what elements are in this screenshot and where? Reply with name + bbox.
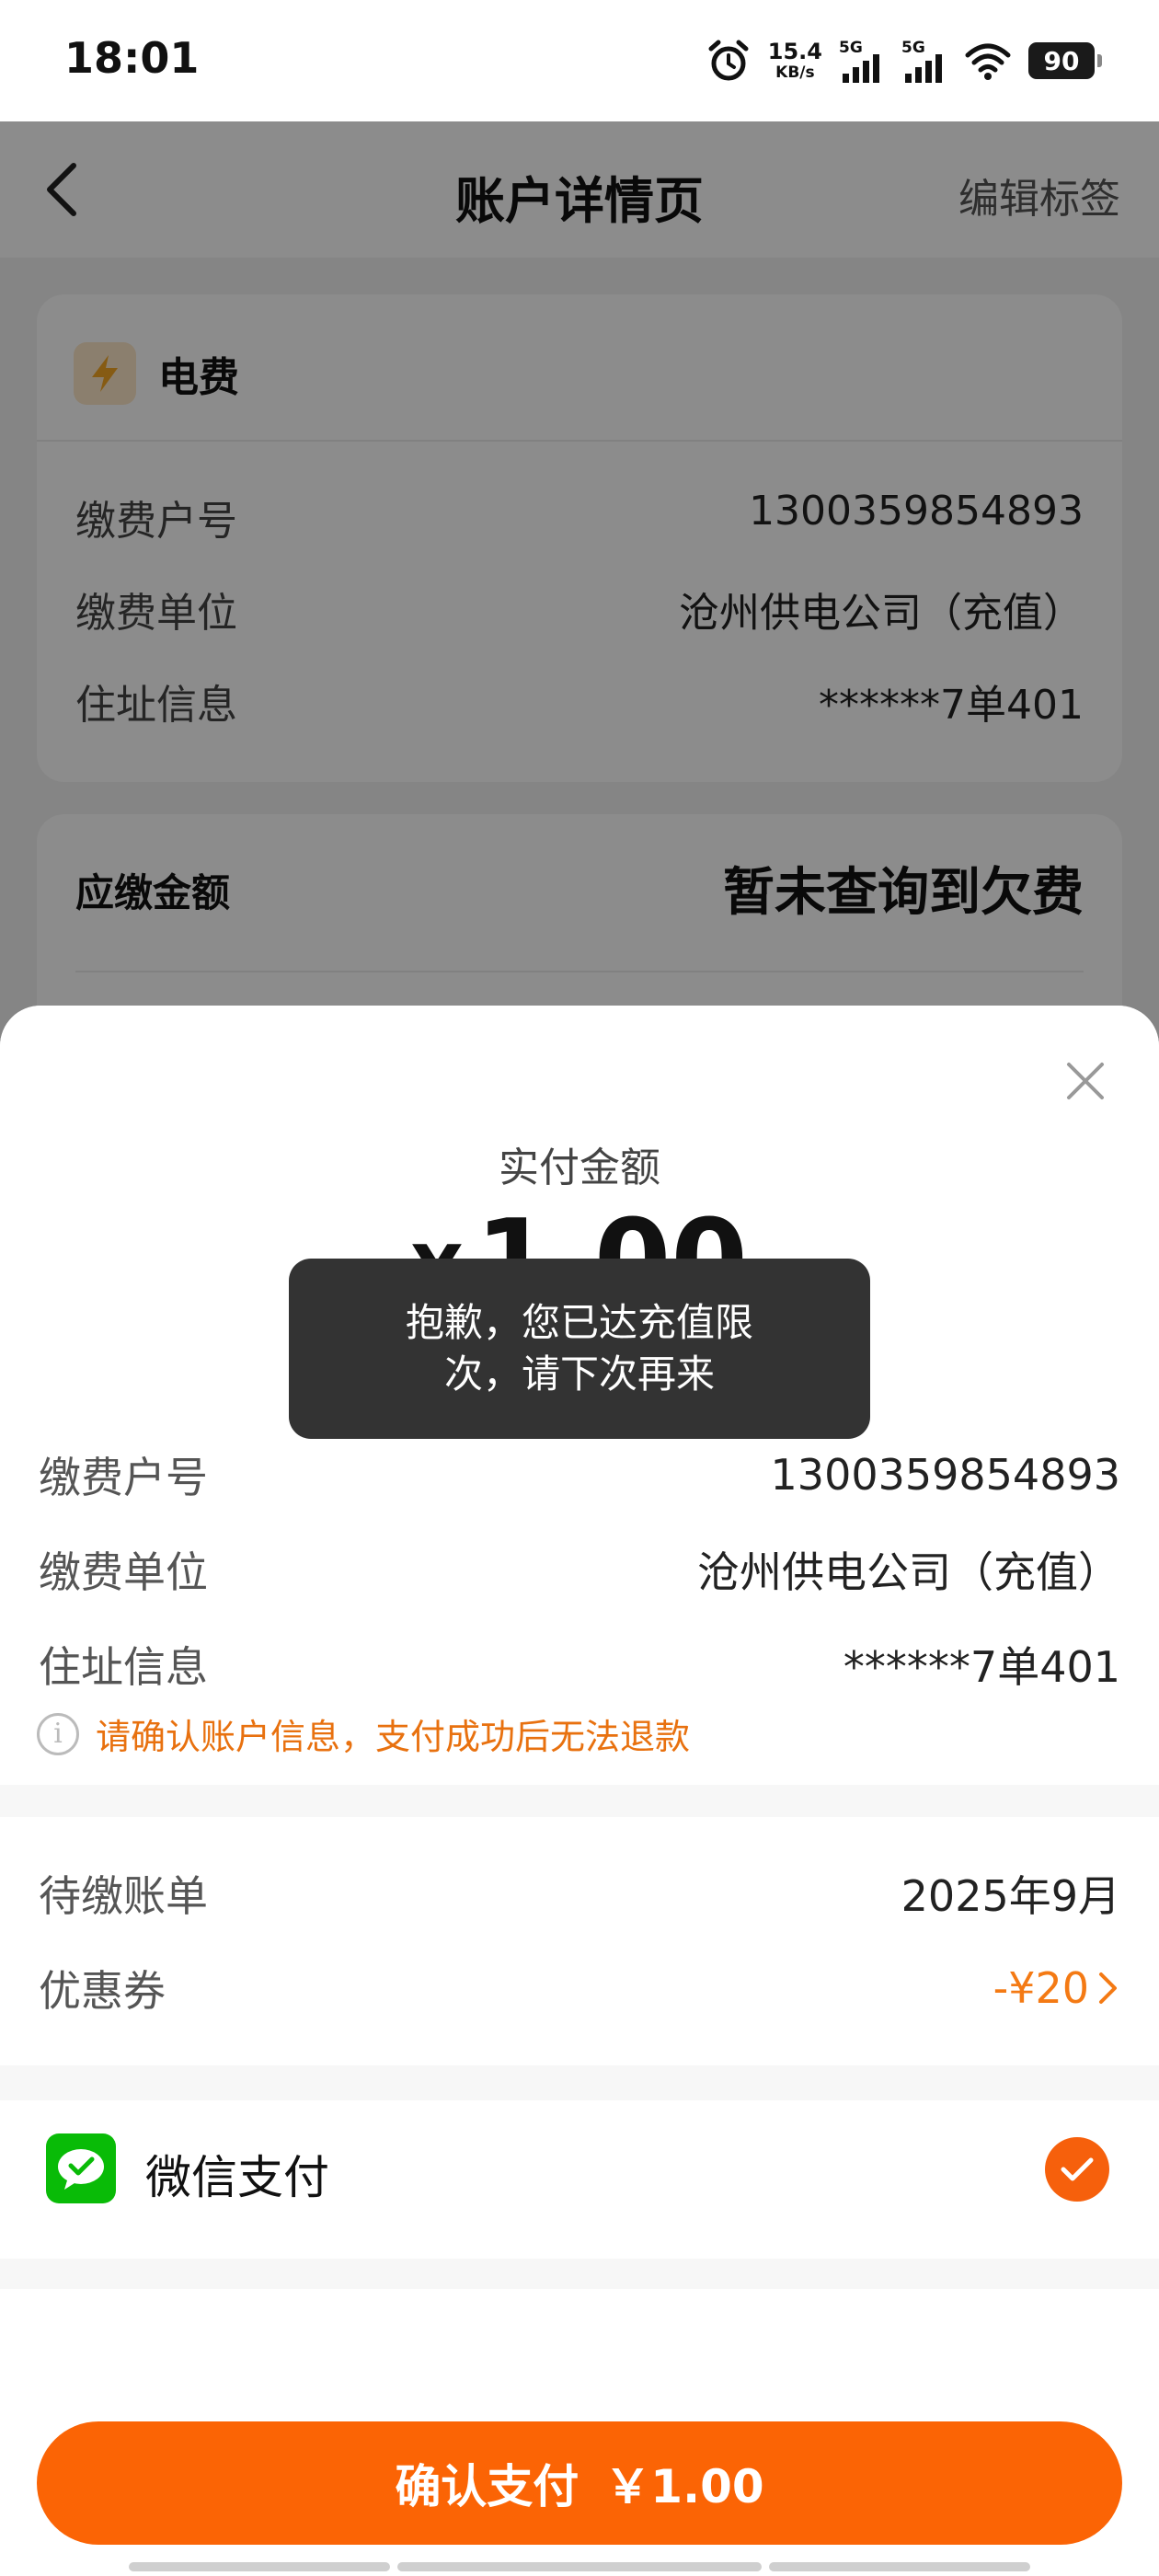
refund-warning: i 请确认账户信息，支付成功后无法退款 <box>37 1708 690 1759</box>
sheet-row-company: 缴费单位 沧州供电公司（充值） <box>39 1547 1120 1597</box>
toast-message: 抱歉，您已达充值限次，请下次再来 <box>289 1259 870 1439</box>
bill-section: 待缴账单 2025年9月 优惠券 -¥20 <box>0 1817 1159 2065</box>
network-speed: 15.4 KB/s <box>767 39 822 82</box>
payment-summary-section: 实付金额 ¥1.00 缴费户号 1300359854893 缴费单位 沧州供电公… <box>0 1006 1159 1785</box>
payment-method-row[interactable]: 微信支付 <box>0 2100 1159 2259</box>
nav-gesture-bar <box>397 2562 762 2571</box>
selected-check-icon[interactable] <box>1045 2137 1109 2202</box>
confirm-pay-button[interactable]: 确认支付 ￥1.00 <box>37 2421 1122 2545</box>
sheet-row-address: 住址信息 ******7单401 <box>39 1642 1120 1692</box>
battery-icon: 90 <box>1028 42 1102 79</box>
sheet-row-account: 缴费户号 1300359854893 <box>39 1450 1120 1502</box>
close-icon[interactable] <box>1060 1055 1111 1107</box>
wifi-icon <box>965 43 1011 80</box>
status-icons: 15.4 KB/s 5G 5G 90 <box>706 35 1102 86</box>
payment-method-label: 微信支付 <box>145 2151 329 2204</box>
pending-bill-row: 待缴账单 2025年9月 <box>39 1871 1120 1921</box>
wechat-pay-icon <box>46 2133 116 2203</box>
alarm-icon <box>708 40 749 81</box>
nav-gesture-bar <box>769 2562 1030 2571</box>
coupon-row[interactable]: 优惠券 -¥20 <box>39 1958 1120 2018</box>
payment-sheet: 实付金额 ¥1.00 缴费户号 1300359854893 缴费单位 沧州供电公… <box>0 1006 1159 2576</box>
signal-icon: 5G <box>839 39 885 83</box>
info-icon: i <box>37 1712 79 1755</box>
status-time: 18:01 <box>64 33 200 83</box>
status-bar: 18:01 15.4 KB/s 5G 5G 90 <box>0 0 1159 121</box>
chevron-right-icon <box>1099 1972 1117 2004</box>
signal-icon: 5G <box>901 39 947 83</box>
pay-amount-label: 实付金额 <box>499 1144 660 1191</box>
nav-gesture-bar <box>129 2562 390 2571</box>
coupon-value[interactable]: -¥20 <box>993 1963 1120 2013</box>
